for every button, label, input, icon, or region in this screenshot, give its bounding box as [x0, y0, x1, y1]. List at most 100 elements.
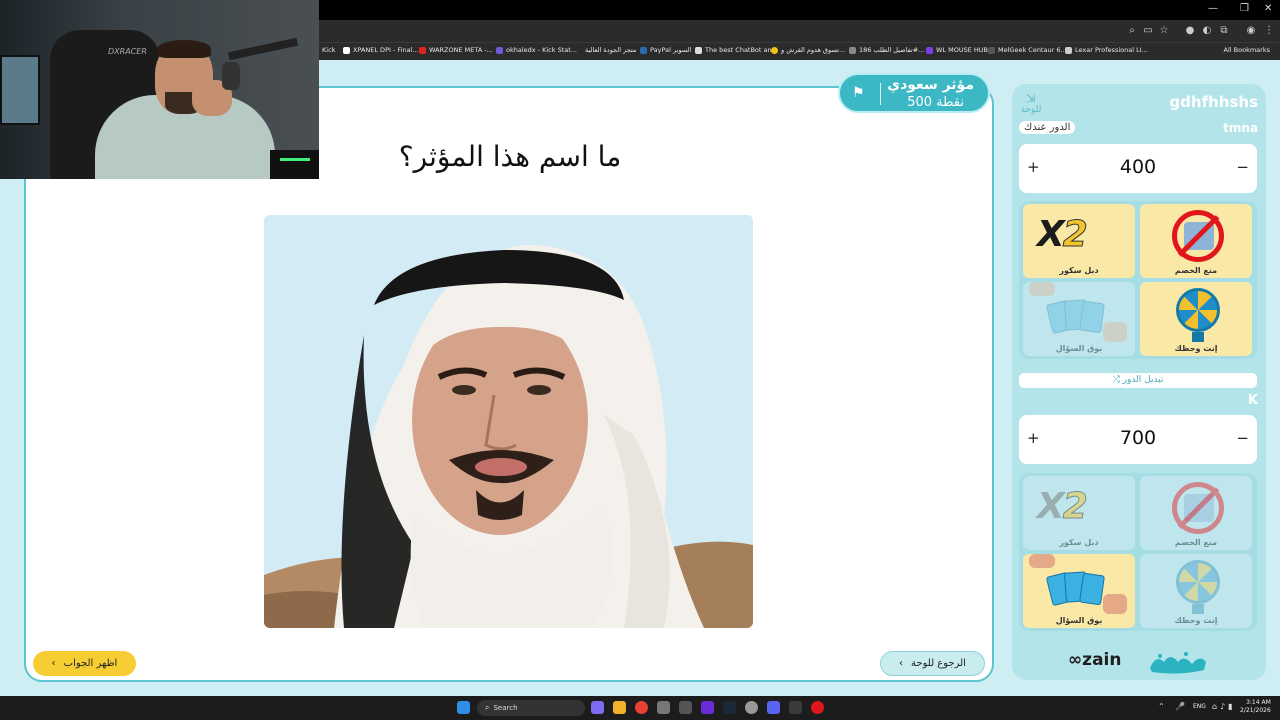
- desk: [270, 150, 319, 179]
- copilot-icon[interactable]: [591, 701, 604, 714]
- bookmark-item[interactable]: WL MOUSE HUB: [926, 46, 988, 54]
- webcam-monitor: [0, 55, 40, 125]
- store-icon[interactable]: [657, 701, 670, 714]
- team1-score-box: + 400 −: [1019, 144, 1257, 193]
- category-badge: ⚑ مؤثر سعودي 500 نقطة: [838, 73, 990, 113]
- taskbar-search[interactable]: ⌕ Search: [477, 700, 585, 716]
- minimize-icon[interactable]: —: [1208, 3, 1218, 14]
- streamer-hair: [157, 40, 211, 58]
- bookmark-item[interactable]: The best ChatBot an...: [695, 46, 778, 54]
- tool-label: منع الخصم: [1174, 266, 1218, 275]
- wheel-stand: [1192, 332, 1204, 342]
- team2-decrease-button[interactable]: −: [1236, 429, 1249, 447]
- wheel-stand: [1192, 604, 1204, 614]
- all-bookmarks-link[interactable]: All Bookmarks: [1224, 46, 1270, 54]
- x2-icon: X2: [1037, 486, 1088, 528]
- menu-icon[interactable]: ⋮: [1262, 24, 1276, 38]
- team2-name: K: [1247, 393, 1258, 408]
- zain-logo: ∞zain: [1068, 650, 1122, 670]
- app-icon[interactable]: [679, 701, 692, 714]
- profile-avatar-icon[interactable]: ◉: [1244, 24, 1258, 38]
- hand-icon: [1103, 594, 1127, 614]
- network-volume-battery-icons[interactable]: ⌂♪▮: [1212, 702, 1236, 711]
- windows-taskbar: ⌕ Search ⌃ 🎤 ENG ⌂♪▮ 3:14 AM 2/21/2026: [0, 696, 1280, 720]
- team1-tool-block-opponent[interactable]: منع الخصم: [1140, 204, 1252, 278]
- chevron-left-icon: ‹: [51, 658, 56, 669]
- team1-subname: tmna: [1223, 121, 1258, 135]
- bookmark-item[interactable]: MelGeek Centaur 6...: [988, 46, 1067, 54]
- show-answer-button[interactable]: ‹ اظهر الجواب: [33, 651, 136, 676]
- cast-icon[interactable]: ▭: [1141, 24, 1155, 38]
- team2-tool-question-cards[interactable]: بوق السؤال: [1023, 554, 1135, 628]
- bookmark-item[interactable]: Kick: [322, 46, 335, 54]
- team2-tool-block-opponent[interactable]: منع الخصم: [1140, 476, 1252, 550]
- game-logo: [1150, 652, 1206, 674]
- flag-icon[interactable]: ⚑: [852, 85, 865, 101]
- search-icon: ⌕: [485, 703, 490, 712]
- tool-label: بوق السؤال: [1055, 344, 1103, 353]
- tool-label: إنت وحظك: [1174, 616, 1218, 625]
- back-to-board-label: الرجوع للوحة: [911, 658, 966, 669]
- category-points: 500 نقطة: [907, 95, 964, 110]
- steam-icon[interactable]: [723, 701, 736, 714]
- close-icon[interactable]: ✕: [1264, 3, 1272, 14]
- bookmark-item[interactable]: متجر الجودة العالية: [585, 46, 636, 54]
- show-answer-label: اظهر الجواب: [63, 658, 118, 669]
- bookmark-item[interactable]: WARZONE META -...: [419, 46, 493, 54]
- sponsor-row: ∞zain: [1068, 646, 1218, 676]
- prohibited-icon: [1172, 210, 1224, 262]
- zain-mark-icon: ∞: [1068, 650, 1083, 670]
- team1-tool-luck-wheel[interactable]: إنت وحظك: [1140, 282, 1252, 356]
- extension-icon[interactable]: ●: [1183, 24, 1197, 38]
- record-icon[interactable]: [811, 701, 824, 714]
- app-icon[interactable]: [701, 701, 714, 714]
- divider: [880, 83, 881, 105]
- bookmark-item[interactable]: Lexar Professional LI...: [1065, 46, 1148, 54]
- discord-icon[interactable]: [767, 701, 780, 714]
- app-icon[interactable]: [789, 701, 802, 714]
- board-link[interactable]: ⇲ للوحة: [1017, 92, 1045, 115]
- switch-turn-button[interactable]: ⤮ تبديل الدور: [1019, 373, 1257, 388]
- tool-label: بوق السؤال: [1055, 616, 1103, 625]
- maximize-icon[interactable]: ❐: [1240, 3, 1249, 14]
- app-icon[interactable]: [745, 701, 758, 714]
- system-tray-icons[interactable]: ⌃ 🎤: [1158, 702, 1189, 711]
- team2-tool-double-score[interactable]: X2 دبل سكور: [1023, 476, 1135, 550]
- clock-date: 2/21/2026: [1240, 707, 1271, 714]
- clock[interactable]: 3:14 AM 2/21/2026: [1240, 699, 1271, 715]
- tool-label: دبل سكور: [1059, 538, 1099, 547]
- bookmark-item[interactable]: okhaledx - Kick Stat...: [496, 46, 577, 54]
- bookmark-item[interactable]: تسوق هدوم القرش و...: [771, 46, 845, 54]
- bookmark-item[interactable]: XPANEL DPI - Final...: [343, 46, 419, 54]
- microphone: [222, 62, 240, 90]
- back-to-board-button[interactable]: ‹ الرجوع للوحة: [880, 651, 985, 676]
- bookmark-item[interactable]: تفاصيل الطلب 186#...: [849, 46, 924, 54]
- turn-badge: الدور عندك: [1019, 121, 1076, 134]
- team2-tool-luck-wheel[interactable]: إنت وحظك: [1140, 554, 1252, 628]
- bookmark-item[interactable]: PayPal السوبر: [640, 46, 691, 54]
- zoom-icon[interactable]: ⌕: [1125, 24, 1139, 38]
- prohibited-icon: [1172, 482, 1224, 534]
- extension-icon[interactable]: ◐: [1200, 24, 1214, 38]
- board-link-label: للوحة: [1020, 105, 1042, 115]
- team1-tool-question-cards[interactable]: بوق السؤال: [1023, 282, 1135, 356]
- webcam-overlay: DXRACER: [0, 0, 319, 179]
- question-image: [264, 215, 753, 628]
- team1-decrease-button[interactable]: −: [1236, 158, 1249, 176]
- wheel-icon: [1176, 560, 1220, 604]
- enter-icon: ⇲: [1026, 92, 1036, 105]
- team1-tool-double-score[interactable]: X2 دبل سكور: [1023, 204, 1135, 278]
- tool-label: منع الخصم: [1174, 538, 1218, 547]
- tool-label: إنت وحظك: [1174, 344, 1218, 353]
- taskbar-search-label: Search: [493, 704, 518, 712]
- team2-score: 700: [1119, 427, 1157, 449]
- windows-start-icon[interactable]: [457, 701, 470, 714]
- chrome-icon[interactable]: [635, 701, 648, 714]
- file-explorer-icon[interactable]: [613, 701, 626, 714]
- bookmark-star-icon[interactable]: ☆: [1157, 24, 1171, 38]
- team2-score-box: + 700 −: [1019, 415, 1257, 464]
- chair-brand: DXRACER: [108, 47, 147, 56]
- extension-icon[interactable]: ⧉: [1217, 24, 1231, 38]
- keyboard-led: [280, 158, 310, 161]
- language-indicator[interactable]: ENG: [1193, 703, 1206, 710]
